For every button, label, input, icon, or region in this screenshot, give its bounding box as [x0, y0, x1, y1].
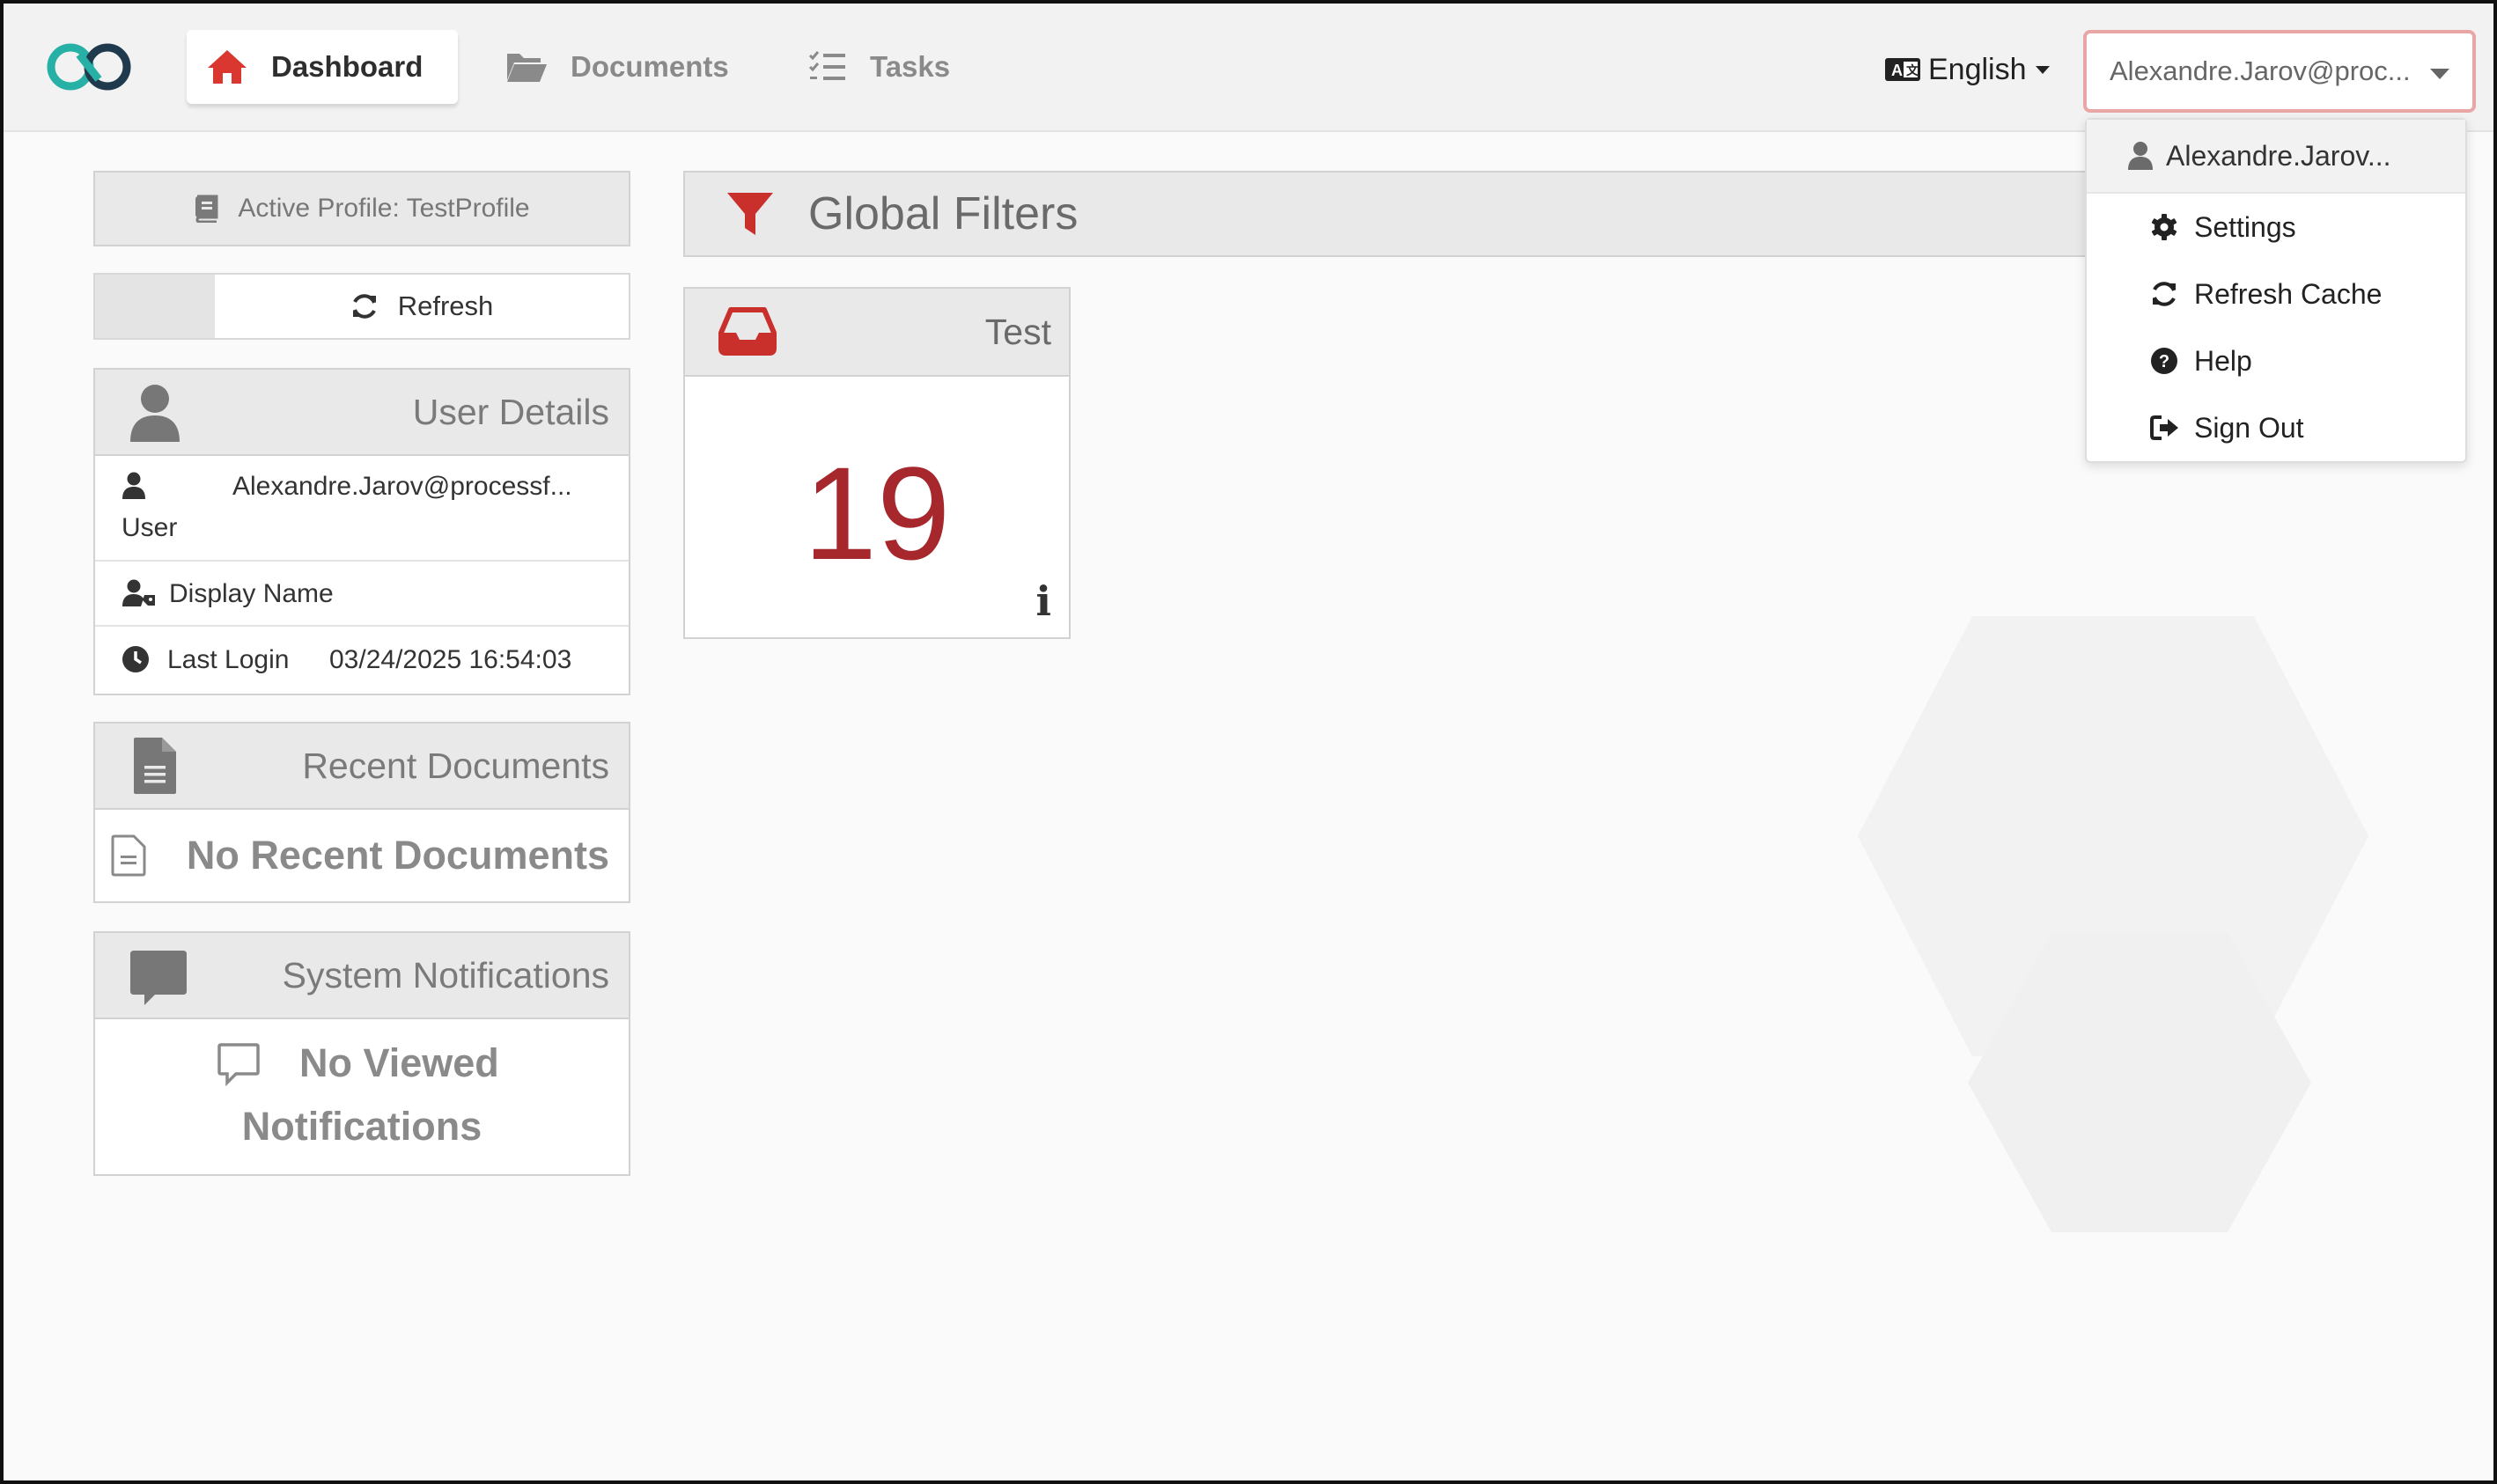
- gear-icon: [2150, 213, 2180, 241]
- inbox-icon: [718, 306, 777, 364]
- user-menu-dropdown: Alexandre.Jarov... Settings Refresh Cach…: [2085, 118, 2467, 463]
- menu-item-settings[interactable]: Settings: [2087, 194, 2465, 261]
- user-label: User: [122, 513, 178, 542]
- menu-item-sign-out-label: Sign Out: [2194, 411, 2304, 444]
- recent-documents-title: Recent Documents: [302, 745, 609, 786]
- language-icon: A文: [1884, 57, 1921, 82]
- test-tile-count: 19: [803, 439, 951, 587]
- folder-open-icon: [505, 50, 548, 84]
- global-filters-bar[interactable]: Global Filters: [683, 171, 2092, 257]
- test-tile-title: Test: [984, 311, 1051, 352]
- user-icon: [2127, 141, 2154, 171]
- menu-item-help[interactable]: ? Help: [2087, 327, 2465, 394]
- background-hexagon-decoration: [1858, 616, 2368, 1232]
- active-profile-label: Active Profile: TestProfile: [238, 194, 530, 223]
- last-login-label: Last Login: [167, 645, 290, 674]
- global-filters-title: Global Filters: [808, 188, 1079, 239]
- user-row: Alexandre.Jarov@processf... User: [95, 456, 629, 562]
- menu-item-sign-out[interactable]: Sign Out: [2087, 394, 2465, 461]
- test-tile[interactable]: Test 19 i: [683, 287, 1071, 639]
- language-label: English: [1928, 52, 2027, 86]
- tab-tasks[interactable]: Tasks: [808, 30, 950, 104]
- user-value: Alexandre.Jarov@processf...: [232, 472, 572, 501]
- menu-item-refresh-cache[interactable]: Refresh Cache: [2087, 261, 2465, 327]
- app-logo[interactable]: [44, 35, 136, 99]
- user-icon: [129, 384, 181, 452]
- user-details-title: User Details: [412, 391, 609, 432]
- last-login-value: 03/24/2025 16:54:03: [329, 645, 572, 674]
- clock-icon: [122, 645, 150, 680]
- user-account-value: Alexandre.Jarov@proc...: [2110, 55, 2411, 86]
- menu-item-refresh-cache-label: Refresh Cache: [2194, 277, 2383, 310]
- home-icon: [206, 48, 248, 85]
- display-name-label: Display Name: [169, 579, 334, 608]
- user-icon: [122, 472, 146, 507]
- active-profile-bar[interactable]: Active Profile: TestProfile: [93, 171, 630, 246]
- comment-icon: [129, 949, 188, 1017]
- sign-out-icon: [2150, 415, 2180, 441]
- tab-documents[interactable]: Documents: [505, 30, 729, 104]
- recent-documents-empty-label: No Recent Documents: [186, 833, 609, 878]
- svg-text:?: ?: [2159, 352, 2169, 371]
- tab-documents-label: Documents: [571, 50, 729, 83]
- chevron-down-icon: [2035, 65, 2050, 74]
- file-icon: [132, 736, 178, 804]
- svg-text:A: A: [1891, 62, 1903, 79]
- user-menu-header-label: Alexandre.Jarov...: [2166, 139, 2391, 172]
- refresh-button[interactable]: Refresh: [215, 275, 629, 338]
- system-notifications-title: System Notifications: [282, 954, 609, 995]
- refresh-icon: [2150, 280, 2180, 308]
- display-name-row: Display Name: [95, 562, 629, 627]
- refresh-button-label: Refresh: [397, 290, 494, 321]
- book-icon: [194, 195, 218, 223]
- system-notifications-card: System Notifications No Viewed Notificat…: [93, 931, 630, 1176]
- chevron-down-icon: [2430, 69, 2449, 79]
- recent-documents-empty: No Recent Documents: [95, 810, 629, 901]
- filter-icon: [726, 189, 775, 239]
- system-notifications-empty: No Viewed Notifications: [95, 1019, 629, 1174]
- tab-tasks-label: Tasks: [870, 50, 951, 83]
- last-login-row: Last Login 03/24/2025 16:54:03: [95, 627, 629, 692]
- refresh-progress-track: [95, 275, 215, 338]
- tasks-icon: [808, 50, 847, 84]
- file-outline-icon: [111, 834, 146, 886]
- menu-item-settings-label: Settings: [2194, 210, 2296, 243]
- top-navigation-bar: Dashboard Documents Tasks A文 English Ale…: [4, 4, 2493, 132]
- system-notifications-empty-line1: No Viewed: [299, 1040, 499, 1085]
- question-circle-icon: ?: [2150, 347, 2180, 375]
- user-details-header: User Details: [95, 370, 629, 456]
- tab-dashboard[interactable]: Dashboard: [187, 30, 459, 104]
- refresh-icon: [350, 292, 379, 320]
- system-notifications-empty-line2: Notifications: [241, 1104, 482, 1149]
- svg-text:文: 文: [1906, 63, 1919, 77]
- language-dropdown[interactable]: A文 English: [1884, 48, 2050, 92]
- tab-dashboard-label: Dashboard: [271, 50, 424, 83]
- user-account-select[interactable]: Alexandre.Jarov@proc...: [2083, 30, 2476, 113]
- refresh-control: Refresh: [93, 273, 630, 340]
- comment-outline-icon: [217, 1042, 261, 1096]
- menu-item-help-label: Help: [2194, 344, 2252, 377]
- info-icon[interactable]: i: [1036, 577, 1051, 625]
- user-tag-icon: [122, 579, 157, 614]
- system-notifications-header: System Notifications: [95, 933, 629, 1019]
- user-details-card: User Details Alexandre.Jarov@processf...…: [93, 368, 630, 695]
- test-tile-header: Test: [685, 289, 1069, 377]
- recent-documents-card: Recent Documents No Recent Documents: [93, 722, 630, 903]
- recent-documents-header: Recent Documents: [95, 724, 629, 810]
- user-menu-header[interactable]: Alexandre.Jarov...: [2087, 120, 2465, 194]
